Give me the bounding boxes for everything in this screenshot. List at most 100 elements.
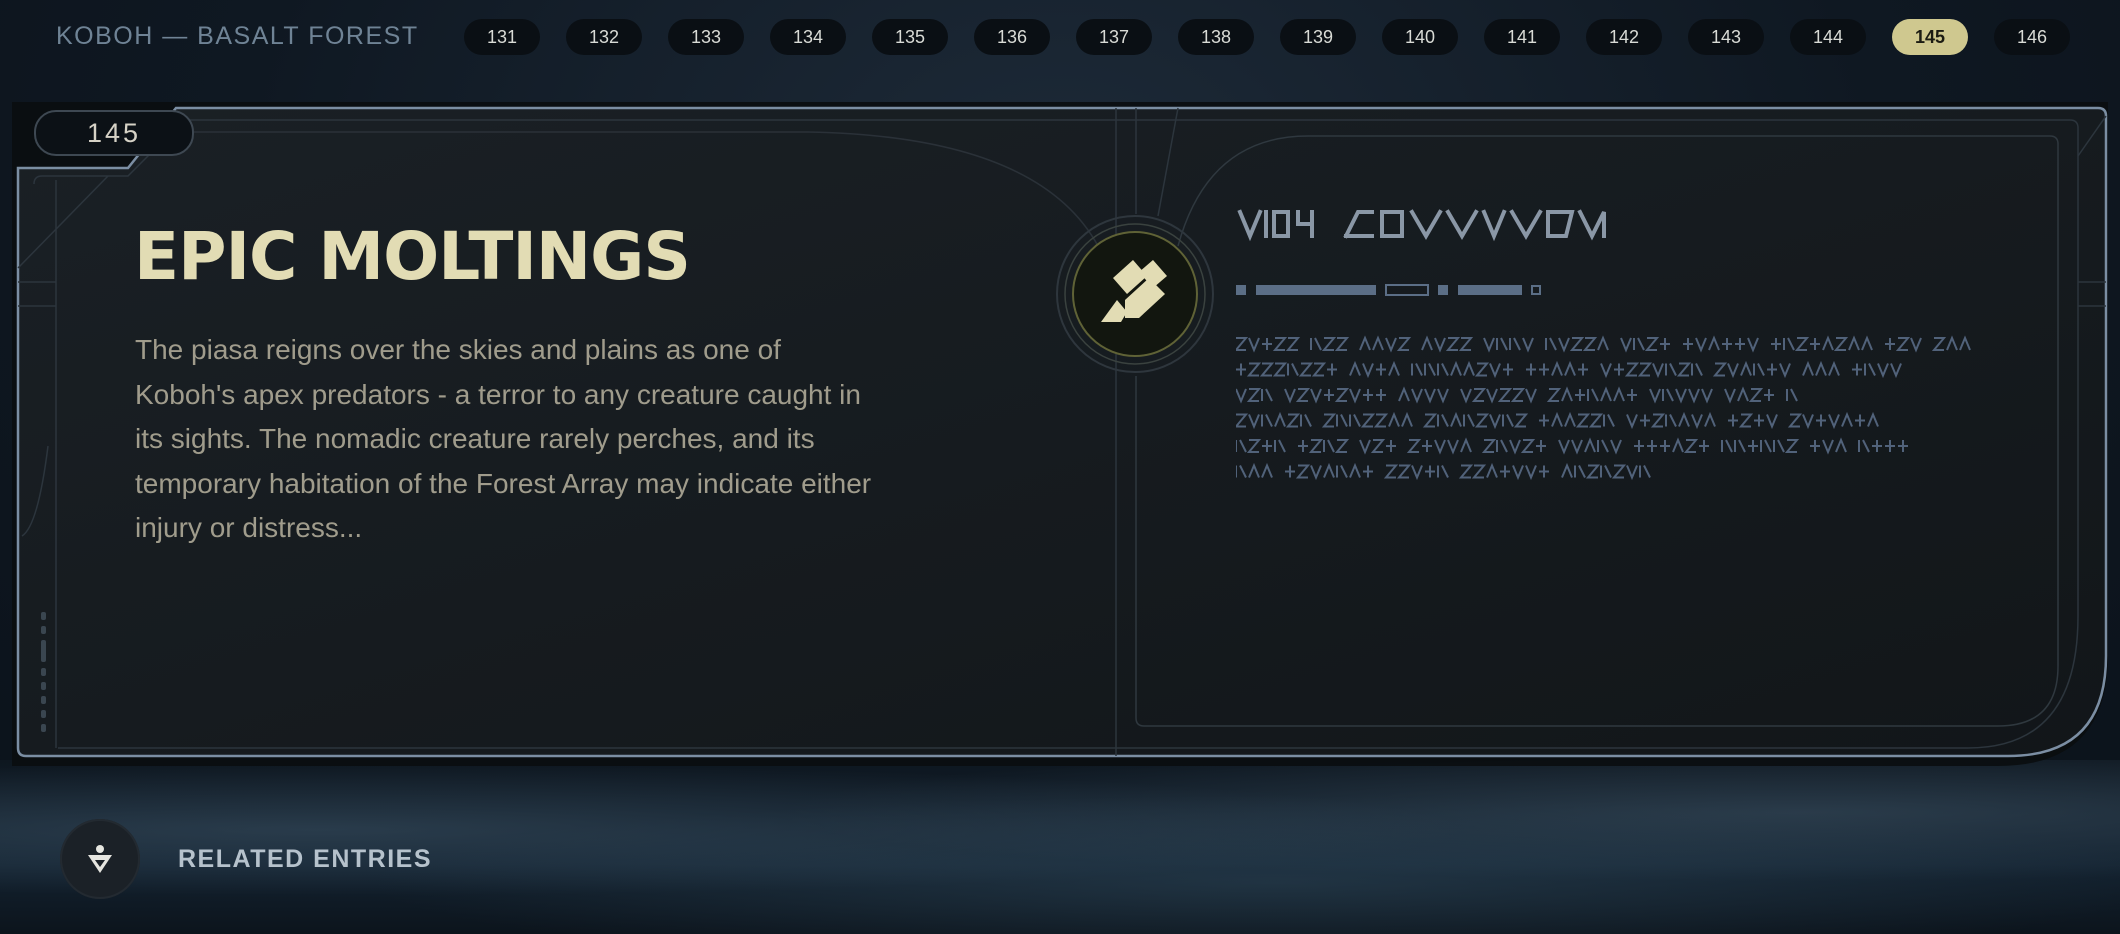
aurebesh-glyph [1828, 360, 1840, 376]
aurebesh-glyph [1597, 439, 1609, 453]
aurebesh-glyph [1424, 388, 1436, 404]
aurebesh-glyph [1481, 439, 1497, 453]
aurebesh-glyph [1575, 389, 1585, 401]
aurebesh-glyph [1610, 439, 1622, 455]
entry-tab-140[interactable]: 140 [1382, 19, 1458, 55]
aurebesh-glyph [1959, 335, 1971, 351]
aurebesh-glyph [1284, 388, 1296, 404]
aurebesh-glyph [1614, 363, 1624, 376]
entry-tab-136[interactable]: 136 [974, 19, 1050, 55]
aurebesh-glyph [1474, 413, 1490, 428]
aurebesh-glyph [1675, 388, 1687, 404]
aurebesh-glyph [1737, 386, 1749, 402]
aurebesh-glyph [1349, 360, 1361, 376]
aurebesh-glyph [1662, 388, 1674, 402]
aurebesh-glyph [1310, 388, 1322, 404]
entry-tab-134[interactable]: 134 [770, 19, 846, 55]
aurebesh-glyph [1699, 440, 1709, 452]
aurebesh-glyph [1561, 386, 1573, 402]
aurebesh-glyph [1236, 363, 1246, 376]
aurebesh-glyph [1246, 439, 1262, 453]
aurebesh-glyph [1691, 363, 1703, 376]
aurebesh-glyph [1613, 386, 1625, 402]
entry-tab-139[interactable]: 139 [1280, 19, 1356, 55]
entry-tab-143[interactable]: 143 [1688, 19, 1764, 55]
aurebesh-glyph [1895, 337, 1911, 351]
aurebesh-glyph [1890, 363, 1902, 379]
aurebesh-glyph [1620, 337, 1632, 353]
related-entries-button[interactable] [60, 819, 140, 899]
bd-droid-icon [88, 845, 112, 873]
aurebesh-glyph [1633, 337, 1645, 351]
entry-title: EPIC MOLTINGS [134, 218, 691, 295]
aurebesh-glyph [1640, 414, 1650, 427]
aurebesh-glyph [1246, 388, 1262, 402]
entry-tab-132[interactable]: 132 [566, 19, 642, 55]
aurebesh-glyph [1551, 360, 1563, 376]
entry-tab-145[interactable]: 145 [1892, 19, 1968, 55]
aurebesh-glyph [1411, 465, 1423, 481]
aurebesh-glyph [1802, 360, 1814, 376]
aurebesh-glyph [1285, 465, 1295, 478]
aurebesh-glyph [1536, 440, 1546, 452]
aurebesh-glyph [1525, 388, 1537, 404]
aurebesh-glyph [1701, 388, 1713, 404]
aurebesh-glyph [1437, 465, 1449, 478]
aurebesh-glyph [1496, 439, 1508, 453]
aurebesh-heading [1237, 209, 1606, 242]
entry-tab-146[interactable]: 146 [1994, 19, 2070, 55]
aurebesh-glyph [1474, 362, 1490, 377]
aurebesh-glyph [1783, 337, 1795, 351]
aurebesh-glyph [1510, 388, 1526, 402]
entry-tab-135[interactable]: 135 [872, 19, 948, 55]
aurebesh-glyph [1513, 413, 1529, 428]
aurebesh-glyph [1372, 335, 1384, 351]
aurebesh-glyph [1551, 411, 1563, 427]
aurebesh-glyph [1321, 413, 1337, 428]
aurebesh-glyph [1274, 439, 1286, 453]
aurebesh-glyph [1236, 439, 1247, 453]
aurebesh-glyph [1236, 413, 1249, 428]
entry-tab-142[interactable]: 142 [1586, 19, 1662, 55]
aurebesh-glyph [1310, 337, 1322, 351]
aurebesh-text-block [1236, 335, 1971, 481]
entry-tab-144[interactable]: 144 [1790, 19, 1866, 55]
aurebesh-glyph [1647, 440, 1657, 452]
aurebesh-glyph [1558, 439, 1570, 455]
aurebesh-glyph [1539, 465, 1549, 478]
entry-tab-131[interactable]: 131 [464, 19, 540, 55]
aurebesh-glyph [1502, 414, 1514, 427]
aurebesh-glyph [1458, 464, 1474, 479]
aurebesh-glyph [1587, 388, 1599, 402]
entry-tab-133[interactable]: 133 [668, 19, 744, 55]
aurebesh-glyph [1248, 337, 1260, 353]
aurebesh-glyph [1585, 464, 1601, 479]
aurebesh-glyph [1764, 389, 1774, 401]
aurebesh-glyph [1262, 338, 1272, 350]
aurebesh-glyph [1712, 362, 1728, 377]
entry-tab-141[interactable]: 141 [1484, 19, 1560, 55]
entry-tab-138[interactable]: 138 [1178, 19, 1254, 55]
entry-tab-137[interactable]: 137 [1076, 19, 1152, 55]
aurebesh-glyph [1773, 439, 1785, 453]
aurebesh-glyph [1311, 362, 1327, 377]
aurebesh-glyph [1334, 337, 1350, 351]
aurebesh-glyph [1434, 439, 1446, 455]
aurebesh-glyph [1728, 414, 1738, 427]
aurebesh-glyph [1858, 439, 1870, 453]
related-entries-label[interactable]: RELATED ENTRIES [178, 845, 432, 874]
aurebesh-glyph [1627, 389, 1637, 401]
aurebesh-glyph [1678, 411, 1690, 427]
aurebesh-glyph [1833, 337, 1849, 351]
aurebesh-glyph [1349, 462, 1361, 478]
aurebesh-glyph [1582, 337, 1598, 351]
aurebesh-glyph [1437, 363, 1449, 376]
aurebesh-glyph [1298, 362, 1314, 377]
aurebesh-glyph [1295, 388, 1311, 402]
aurebesh-glyph [1486, 388, 1498, 404]
aurebesh-glyph [1359, 439, 1371, 455]
aurebesh-glyph [1396, 464, 1412, 479]
aurebesh-glyph [1261, 414, 1273, 427]
aurebesh-glyph [1447, 439, 1459, 455]
aurebesh-glyph [1574, 465, 1586, 478]
